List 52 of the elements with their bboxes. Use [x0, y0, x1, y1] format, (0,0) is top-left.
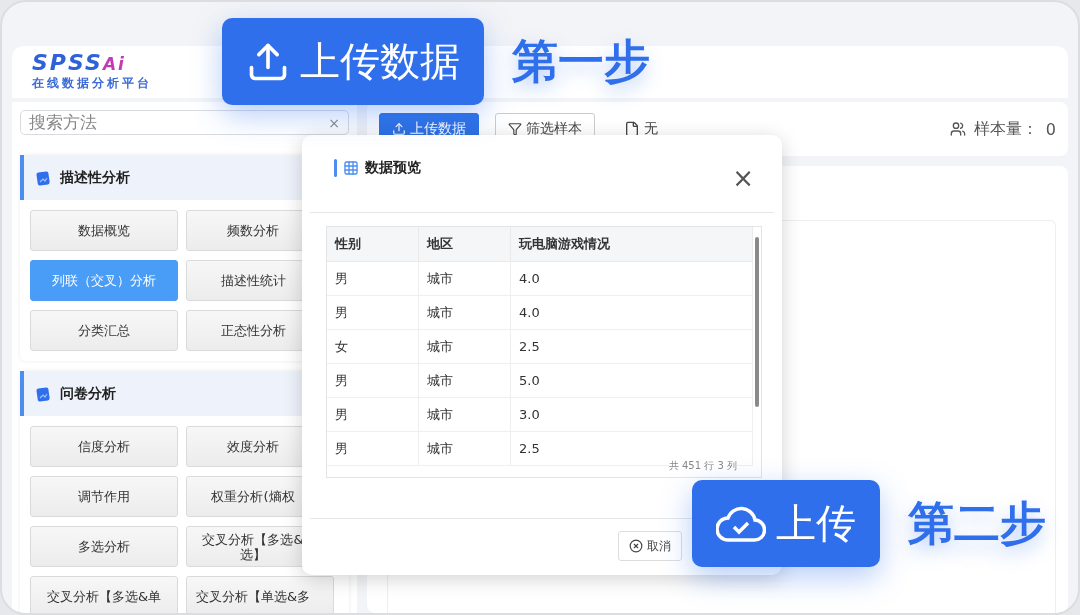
table-cell: 男: [327, 295, 419, 330]
title-accent: [334, 159, 337, 177]
method-button[interactable]: 交叉分析【单选&多: [186, 576, 334, 613]
method-button[interactable]: 调节作用: [30, 476, 178, 517]
column-header: 地区: [418, 227, 511, 262]
table-cell: 3.0: [510, 397, 753, 432]
table-icon: [343, 160, 359, 176]
table-cell: 女: [327, 329, 419, 364]
logo-wordmark: SPSSAi: [32, 52, 126, 75]
filter-icon: [508, 122, 522, 136]
notebook-icon: [36, 169, 52, 186]
row-count: 共 451 行 3 列: [668, 459, 737, 473]
table-cell: 男: [327, 363, 419, 398]
upload-button[interactable]: 上传: [692, 480, 880, 567]
dialog-title: 数据预览: [365, 159, 421, 177]
clear-button[interactable]: ×: [328, 114, 340, 131]
section-title: 描述性分析: [60, 168, 130, 187]
method-button[interactable]: 多选分析: [30, 526, 178, 567]
table-cell: 城市: [418, 329, 511, 364]
search-placeholder: 搜索方法: [29, 111, 97, 134]
cloud-check-icon: [716, 504, 766, 543]
section-title: 问卷分析: [60, 384, 116, 403]
table-cell: 4.0: [510, 295, 753, 330]
cancel-button[interactable]: 取消: [618, 531, 682, 561]
table-cell: 4.0: [510, 261, 753, 296]
column-header: 性别: [327, 227, 419, 262]
table-cell: 城市: [418, 261, 511, 296]
table-cell: 城市: [418, 431, 511, 466]
table-cell: 2.5: [510, 329, 753, 364]
cancel-icon: [629, 539, 643, 553]
table-cell: 城市: [418, 363, 511, 398]
method-button[interactable]: 交叉分析【多选&单: [30, 576, 178, 613]
table-cell: 城市: [418, 397, 511, 432]
logo-tagline: 在线数据分析平台: [32, 75, 152, 92]
table-cell: 男: [327, 397, 419, 432]
notebook-icon: [36, 385, 52, 402]
upload-data-button[interactable]: 上传数据: [222, 18, 484, 105]
method-button[interactable]: 数据概览: [30, 210, 178, 251]
step-label: 第二步: [908, 494, 1046, 552]
column-header: 玩电脑游戏情况: [510, 227, 753, 262]
table-cell: 男: [327, 261, 419, 296]
search-field[interactable]: 搜索方法 ×: [20, 110, 349, 135]
sample-label: 样本量：: [973, 118, 1038, 140]
table-cell: 男: [327, 431, 419, 466]
step-label: 第一步: [512, 32, 650, 90]
table-cell: 城市: [418, 295, 511, 330]
users-icon: [949, 121, 966, 137]
table-cell: 5.0: [510, 363, 753, 398]
close-button[interactable]: ×: [732, 165, 754, 191]
method-button[interactable]: 信度分析: [30, 426, 178, 467]
method-button[interactable]: 分类汇总: [30, 310, 178, 351]
sample-count: 0: [1045, 119, 1056, 139]
